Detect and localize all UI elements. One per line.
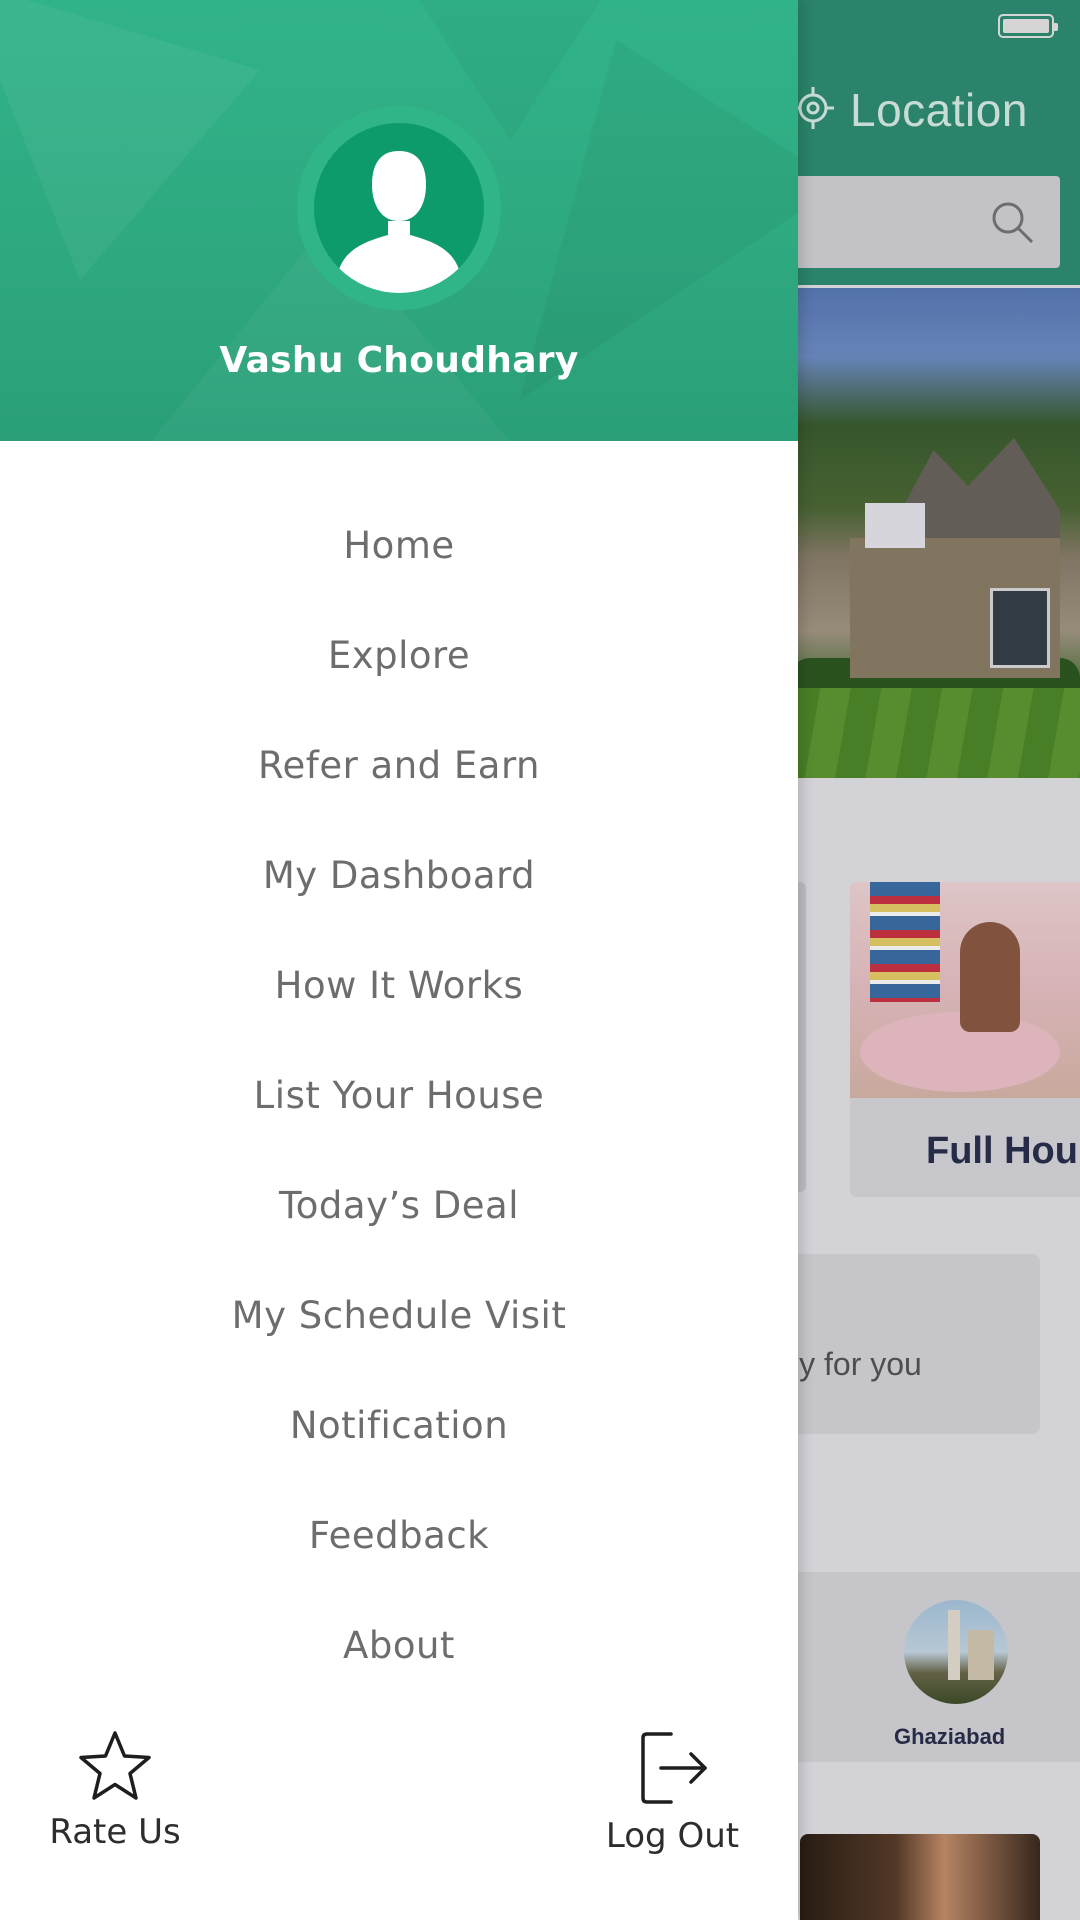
rate-us-label: Rate Us — [49, 1812, 181, 1852]
rate-us-button[interactable]: Rate Us — [40, 1730, 190, 1870]
menu-item-about[interactable]: About — [0, 1590, 798, 1700]
logout-icon — [637, 1732, 709, 1810]
menu-item-refer-and-earn[interactable]: Refer and Earn — [0, 710, 798, 820]
menu-item-explore[interactable]: Explore — [0, 600, 798, 710]
drawer-header: Vashu Choudhary — [0, 0, 798, 441]
menu-item-list-your-house[interactable]: List Your House — [0, 1040, 798, 1150]
drawer-menu: Home Explore Refer and Earn My Dashboard… — [0, 490, 798, 1700]
menu-item-notification[interactable]: Notification — [0, 1370, 798, 1480]
logout-label: Log Out — [605, 1816, 740, 1856]
menu-item-feedback[interactable]: Feedback — [0, 1480, 798, 1590]
menu-item-my-schedule-visit[interactable]: My Schedule Visit — [0, 1260, 798, 1370]
profile-avatar[interactable] — [297, 106, 501, 310]
menu-item-how-it-works[interactable]: How It Works — [0, 930, 798, 1040]
menu-item-home[interactable]: Home — [0, 490, 798, 600]
user-silhouette-icon — [314, 151, 484, 293]
menu-item-my-dashboard[interactable]: My Dashboard — [0, 820, 798, 930]
navigation-drawer: Vashu Choudhary Home Explore Refer and E… — [0, 0, 798, 1920]
logout-button[interactable]: Log Out — [590, 1730, 755, 1870]
star-icon — [77, 1731, 153, 1806]
user-name: Vashu Choudhary — [219, 340, 579, 381]
menu-item-todays-deal[interactable]: Today’s Deal — [0, 1150, 798, 1260]
